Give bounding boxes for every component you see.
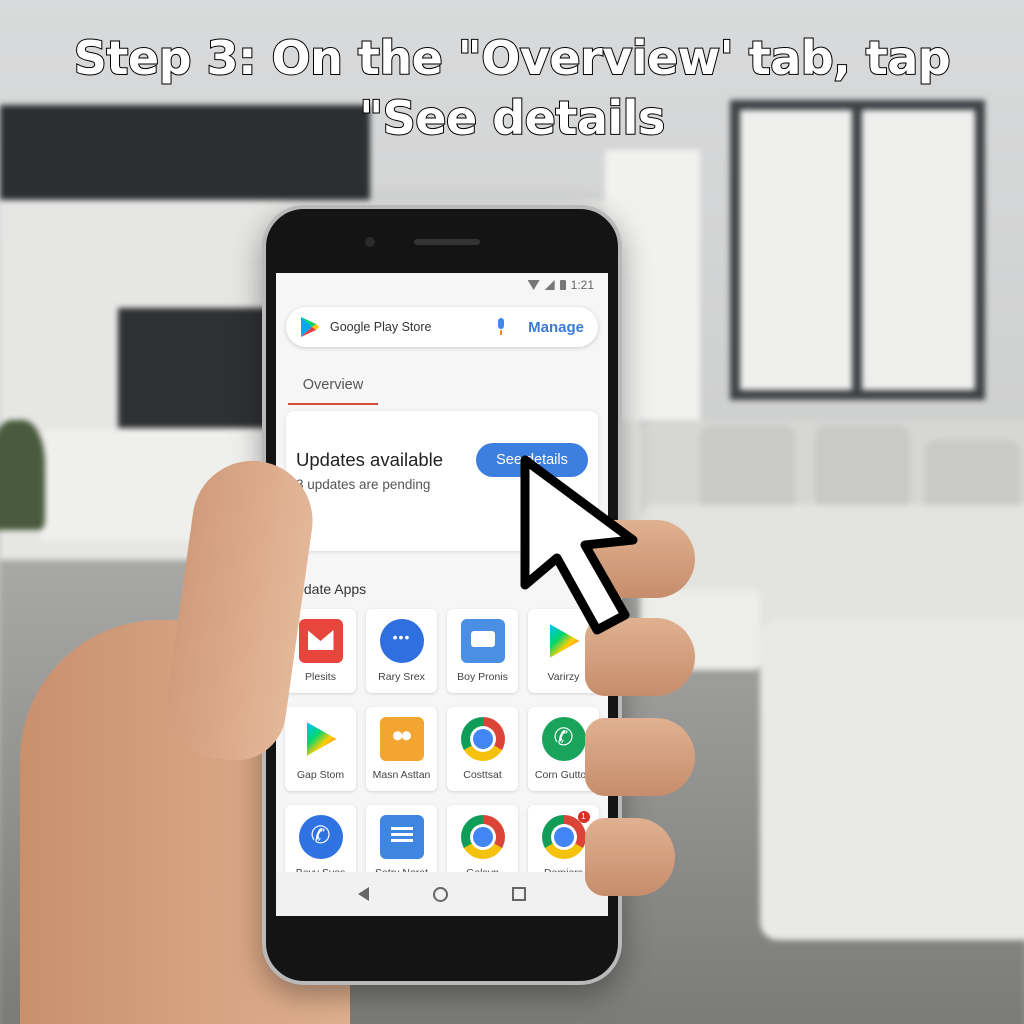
back-icon[interactable] <box>358 887 369 901</box>
status-bar: 1:21 <box>276 273 608 297</box>
status-time: 1:21 <box>570 278 594 292</box>
play-store-search-bar[interactable]: Google Play Store Manage <box>286 307 598 347</box>
app-label: Boy Pronis <box>457 671 508 683</box>
chat-bubble-icon <box>379 619 424 663</box>
wifi-icon <box>527 280 540 290</box>
app-label: Rary Srex <box>378 671 425 683</box>
app-label: Gap Stom <box>296 769 345 781</box>
app-label: Masn Asttan <box>372 769 431 781</box>
chrome-icon: 1 <box>541 811 590 859</box>
android-nav-bar <box>276 872 608 916</box>
mic-icon[interactable] <box>496 318 506 336</box>
recents-icon[interactable] <box>512 887 526 901</box>
updates-title: Updates available <box>296 449 444 470</box>
notification-badge: 1 <box>577 811 590 823</box>
update-apps-grid: Plesits Rary Srex Boy Pronis Varirzy Gap… <box>285 609 601 889</box>
app-label: Varirzy <box>547 671 580 683</box>
manage-link[interactable]: Manage <box>528 319 584 336</box>
play-triangle-icon <box>299 717 343 761</box>
earpiece-speaker <box>414 239 480 245</box>
message-icon <box>460 619 505 663</box>
signal-icon <box>544 280 555 290</box>
app-tile[interactable]: Rary Srex <box>366 609 437 693</box>
tab-overview[interactable]: Overview <box>288 371 378 405</box>
tab-overview-label: Overview <box>302 377 364 393</box>
pointer-cursor-icon <box>520 455 638 635</box>
app-tile[interactable]: Costtsat <box>447 707 518 791</box>
app-label: Costtsat <box>463 769 502 781</box>
hand-finger <box>585 818 675 896</box>
app-label: Corn Guttop <box>534 769 593 781</box>
chrome-icon <box>460 717 505 761</box>
hand-finger <box>585 718 695 796</box>
note-icon <box>379 815 424 859</box>
active-tab-indicator <box>288 403 378 405</box>
app-tile[interactable]: Masn Asttan <box>366 707 437 791</box>
caption-line-2: "See details <box>358 90 666 146</box>
google-play-icon <box>301 317 319 337</box>
caption-line-1: Step 3: On the "Overview' tab, tap <box>73 30 952 86</box>
app-label: Plesits <box>305 671 336 683</box>
app-tile[interactable]: Gap Stom <box>285 707 356 791</box>
search-bar-label: Google Play Store <box>330 320 432 334</box>
tv-background <box>118 308 268 428</box>
front-camera <box>365 237 375 247</box>
battery-icon <box>559 280 566 290</box>
contacts-icon <box>379 717 424 761</box>
updates-subtitle: 3 updates are pending <box>296 477 431 492</box>
phone-icon <box>298 815 343 859</box>
home-icon[interactable] <box>433 886 448 902</box>
phone-icon <box>541 717 586 761</box>
plant-background <box>0 420 45 530</box>
chrome-icon <box>460 815 505 859</box>
instruction-caption: Step 3: On the "Overview' tab, tap "See … <box>0 28 1024 148</box>
gmail-icon <box>298 619 343 663</box>
